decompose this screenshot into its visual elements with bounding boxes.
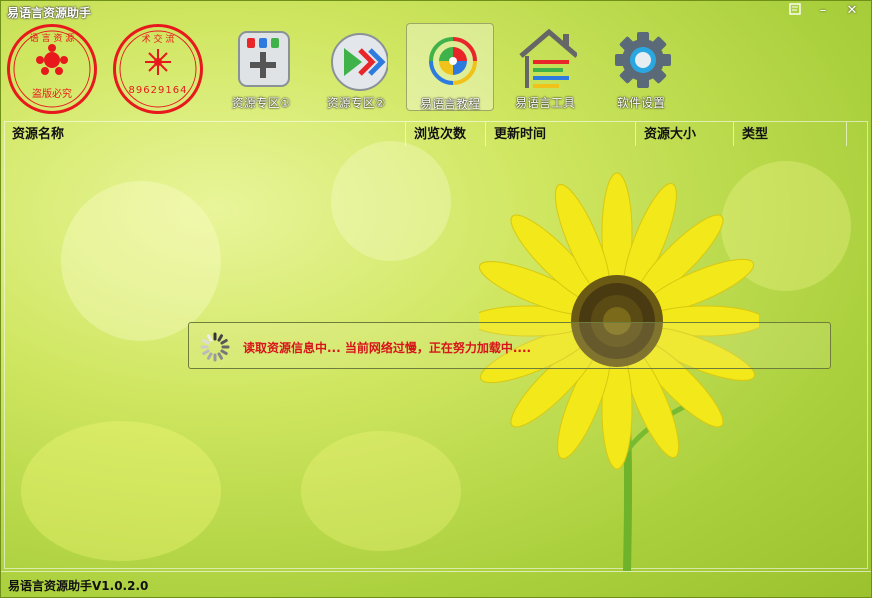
svg-text:术 交 流: 术 交 流 — [142, 33, 175, 45]
house-icon — [517, 26, 579, 92]
copyright-stamp: 语 言 资 源 盗版必究 — [7, 24, 97, 114]
resource-zone-2-label: 资源专区② — [326, 96, 386, 110]
loading-spinner-icon — [200, 332, 230, 362]
column-type[interactable]: 类型 — [735, 122, 847, 146]
toolbar: 语 言 资 源 盗版必究 术 交 流 89629164 资源专区① 资源专区② … — [1, 21, 871, 119]
app-window: 易语言资源助手 – ✕ 语 言 资 源 盗版必究 术 交 流 89629164 … — [0, 0, 872, 598]
list-header: 资源名称 浏览次数 更新时间 资源大小 类型 — [5, 122, 867, 146]
status-bar: 易语言资源助手V1.0.2.0 — [1, 571, 871, 597]
column-views[interactable]: 浏览次数 — [407, 122, 486, 146]
settings-label: 软件设置 — [616, 96, 665, 110]
column-update-time[interactable]: 更新时间 — [487, 122, 636, 146]
resource-zone-1-button[interactable]: 资源专区① — [217, 23, 305, 111]
stamp-bottom-text: 盗版必究 — [32, 89, 72, 100]
column-size[interactable]: 资源大小 — [637, 122, 734, 146]
tutorial-label: 易语言教程 — [419, 97, 480, 111]
close-icon[interactable]: ✕ — [841, 2, 863, 20]
column-resource-name[interactable]: 资源名称 — [5, 122, 406, 146]
loading-notice: 读取资源信息中... 当前网络过慢，正在努力加载中.... — [188, 322, 831, 369]
resource-zone-2-button[interactable]: 资源专区② — [312, 23, 400, 111]
loading-message: 读取资源信息中... 当前网络过慢，正在努力加载中.... — [243, 341, 532, 355]
resource-zone-1-label: 资源专区① — [231, 96, 291, 110]
title-bar: 易语言资源助手 – ✕ — [1, 1, 871, 23]
minimize-icon[interactable]: – — [812, 2, 834, 20]
svg-text:语 言 资 源: 语 言 资 源 — [30, 32, 75, 44]
tech-stamp: 术 交 流 89629164 — [113, 24, 203, 114]
menu-icon[interactable] — [784, 2, 806, 20]
plus-tiles-icon — [233, 26, 293, 92]
stamp-bottom-text: 89629164 — [128, 85, 188, 96]
signal-pie-icon — [423, 27, 483, 93]
play-arrows-icon — [328, 26, 389, 92]
tools-button[interactable]: 易语言工具 — [501, 23, 589, 111]
settings-button[interactable]: 软件设置 — [597, 23, 685, 111]
tutorial-button[interactable]: 易语言教程 — [406, 23, 494, 111]
tools-label: 易语言工具 — [514, 96, 575, 110]
window-title: 易语言资源助手 — [7, 6, 92, 20]
gear-icon — [613, 26, 673, 92]
version-text: 易语言资源助手V1.0.2.0 — [8, 579, 149, 593]
